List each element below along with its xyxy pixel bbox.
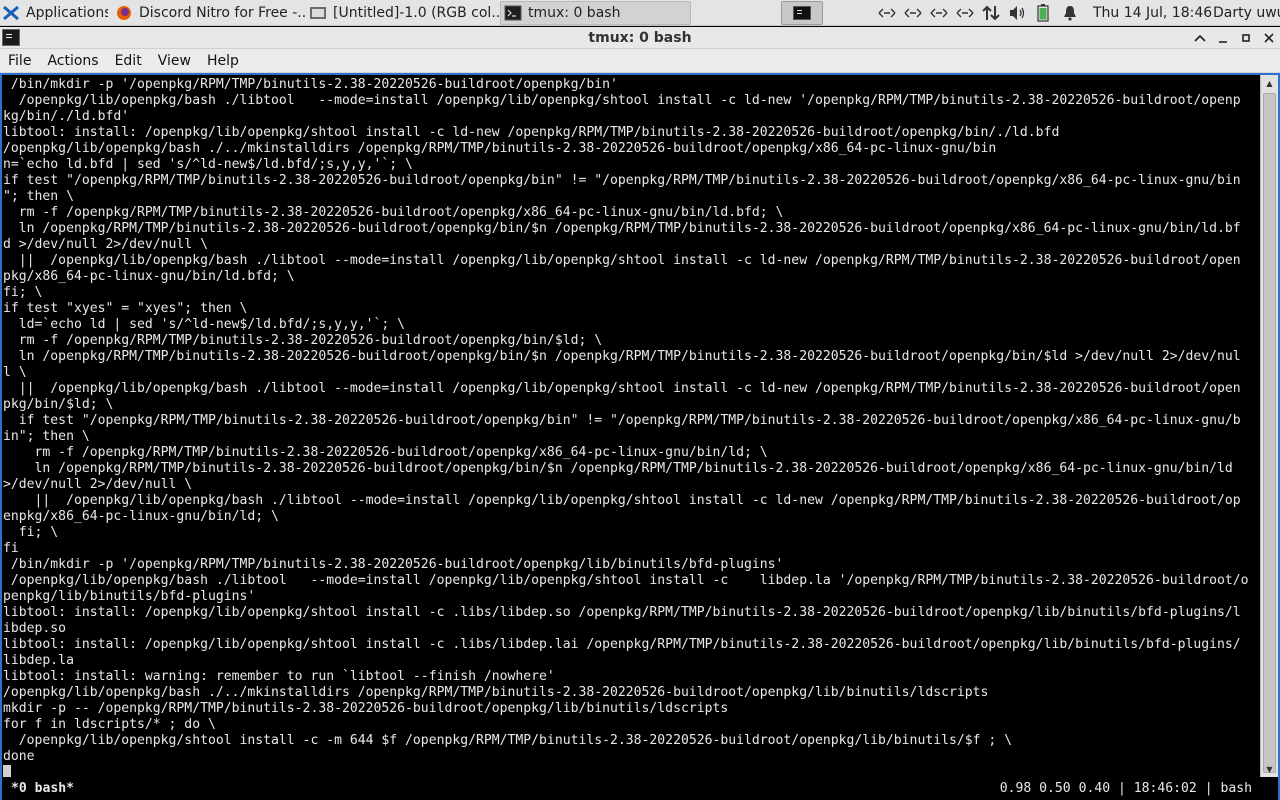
terminal-line: if test "xyes" = "xyes"; then \ <box>3 301 248 316</box>
terminal-line: ln /openpkg/RPM/TMP/binutils-2.38-202205… <box>3 221 1241 236</box>
terminal-line: /openpkg/lib/openpkg/bash ./libtool --mo… <box>3 93 1241 108</box>
terminal-line: done <box>3 749 35 764</box>
tmux-status-right: 0.98 0.50 0.40 | 18:46:02 | bash <box>999 781 1252 796</box>
terminal-line: if test "/openpkg/RPM/TMP/binutils-2.38-… <box>3 173 1241 188</box>
terminal-line: libtool: install: /openpkg/lib/openpkg/s… <box>3 125 1060 140</box>
menu-view[interactable]: View <box>150 49 199 73</box>
terminal-line: fi; \ <box>3 285 43 300</box>
terminal-line: || /openpkg/lib/openpkg/bash ./libtool -… <box>3 493 1241 508</box>
taskbar-item-discord[interactable]: Discord Nitro for Free -... <box>112 1 305 25</box>
top-panel: Applications Discord Nitro for Free -...… <box>0 0 1280 26</box>
terminal-line: n=`echo ld.bfd | sed 's/^ld-new$/ld.bfd/… <box>3 157 413 172</box>
scrollbar[interactable]: ▲ ▼ <box>1260 75 1278 777</box>
terminal-line: /openpkg/lib/openpkg/bash ./../mkinstall… <box>3 685 989 700</box>
terminal-line: in"; then \ <box>3 429 90 444</box>
terminal-line: ln /openpkg/RPM/TMP/binutils-2.38-202205… <box>3 461 1233 476</box>
network-icon[interactable] <box>877 4 897 22</box>
menubar: File Actions Edit View Help <box>0 49 1280 73</box>
terminal-line: pkg/x86_64-pc-linux-gnu/bin/ld.bfd; \ <box>3 269 295 284</box>
gimp-icon <box>310 7 326 19</box>
terminal-line: rm -f /openpkg/RPM/TMP/binutils-2.38-202… <box>3 205 784 220</box>
terminal-line: d >/dev/null 2>/dev/null \ <box>3 237 208 252</box>
maximize-button[interactable] <box>1236 28 1256 48</box>
menu-actions[interactable]: Actions <box>39 49 106 73</box>
applications-label: Applications <box>26 5 108 21</box>
terminal-icon <box>504 5 522 21</box>
terminal-line: for f in ldscripts/* ; do \ <box>3 717 216 732</box>
terminal-line: /bin/mkdir -p '/openpkg/RPM/TMP/binutils… <box>3 77 618 92</box>
battery-icon[interactable] <box>1035 4 1051 22</box>
taskbar-item-tmux[interactable]: tmux: 0 bash <box>500 1 691 25</box>
terminal-output[interactable]: /bin/mkdir -p '/openpkg/RPM/TMP/binutils… <box>2 77 1260 777</box>
terminal-line: libtool: install: /openpkg/lib/openpkg/s… <box>3 637 1241 652</box>
terminal-line: /openpkg/lib/openpkg/shtool install -c -… <box>3 733 1013 748</box>
taskbar-item-label: Discord Nitro for Free -... <box>139 5 305 21</box>
terminal-line: rm -f /openpkg/RPM/TMP/binutils-2.38-202… <box>3 445 768 460</box>
terminal-line: l \ <box>3 365 27 380</box>
taskbar-item-label: tmux: 0 bash <box>528 5 621 21</box>
terminal-line: rm -f /openpkg/RPM/TMP/binutils-2.38-202… <box>3 333 603 348</box>
terminal-line: fi; \ <box>3 525 59 540</box>
taskbar-item-gimp[interactable]: [Untitled]-1.0 (RGB col... <box>306 1 499 25</box>
minimize-button[interactable] <box>1213 28 1233 48</box>
network-icon[interactable] <box>903 4 923 22</box>
tmux-window-label[interactable]: *0 bash* <box>11 781 74 797</box>
workspace-switcher[interactable] <box>781 1 823 25</box>
terminal-line: /openpkg/lib/openpkg/bash ./libtool --mo… <box>3 573 1249 588</box>
terminal-line: mkdir -p -- /openpkg/RPM/TMP/binutils-2.… <box>3 701 729 716</box>
terminal-view[interactable]: /bin/mkdir -p '/openpkg/RPM/TMP/binutils… <box>0 73 1280 800</box>
terminal-line: ln /openpkg/RPM/TMP/binutils-2.38-202205… <box>3 349 1241 364</box>
terminal-line: "; then \ <box>3 189 74 204</box>
network-icon[interactable] <box>955 4 975 22</box>
scroll-down-icon[interactable]: ▼ <box>1261 761 1278 777</box>
firefox-icon <box>117 6 131 20</box>
terminal-line: libtool: install: warning: remember to r… <box>3 669 555 684</box>
tmux-status-bar: *0 bash* 0.98 0.50 0.40 | 18:46:02 | bas… <box>2 781 1278 797</box>
window-titlebar[interactable]: tmux: 0 bash <box>0 27 1280 49</box>
terminal-line: kg/bin/./ld.bfd' <box>3 109 130 124</box>
terminal-line: || /openpkg/lib/openpkg/bash ./libtool -… <box>3 253 1241 268</box>
terminal-line: ld=`echo ld | sed 's/^ld-new$/ld.bfd/;s,… <box>3 317 406 332</box>
terminal-line: pkg/bin/$ld; \ <box>3 397 114 412</box>
terminal-line: libdep.la <box>3 653 74 668</box>
menu-help[interactable]: Help <box>199 49 247 73</box>
user-menu[interactable]: Darty uwu <box>1213 0 1280 26</box>
terminal-line: >/dev/null 2>/dev/null \ <box>3 477 193 492</box>
terminal-line: /bin/mkdir -p '/openpkg/RPM/TMP/binutils… <box>3 557 784 572</box>
taskbar-item-label: [Untitled]-1.0 (RGB col... <box>333 5 499 21</box>
menu-file[interactable]: File <box>0 49 39 73</box>
chevron-up-icon[interactable] <box>1190 28 1210 48</box>
close-icon[interactable] <box>1259 28 1279 48</box>
terminal-line: fi <box>3 541 19 556</box>
terminal-cursor <box>3 765 11 777</box>
xfce-logo-icon <box>3 5 19 21</box>
clock[interactable]: Thu 14 Jul, 18:46 <box>1093 0 1212 26</box>
terminal-line: /openpkg/lib/openpkg/bash ./../mkinstall… <box>3 141 997 156</box>
terminal-line: || /openpkg/lib/openpkg/bash ./libtool -… <box>3 381 1241 396</box>
network-transfer-icon[interactable] <box>981 4 1001 22</box>
terminal-icon <box>793 6 811 20</box>
terminal-line: enpkg/x86_64-pc-linux-gnu/bin/ld; \ <box>3 509 279 524</box>
volume-icon[interactable] <box>1007 4 1027 22</box>
terminal-line: ibdep.so <box>3 621 67 636</box>
scroll-up-icon[interactable]: ▲ <box>1261 75 1278 91</box>
menu-edit[interactable]: Edit <box>107 49 150 73</box>
applications-menu[interactable]: Applications <box>0 1 108 25</box>
scrollbar-thumb[interactable] <box>1263 93 1276 773</box>
notification-bell-icon[interactable] <box>1060 4 1080 22</box>
network-icon[interactable] <box>929 4 949 22</box>
window-title: tmux: 0 bash <box>588 30 692 46</box>
terminal-prompt-line[interactable] <box>2 765 1260 777</box>
terminal-line: if test "/openpkg/RPM/TMP/binutils-2.38-… <box>3 413 1241 428</box>
terminal-line: penpkg/lib/binutils/bfd-plugins' <box>3 589 256 604</box>
terminal-line: libtool: install: /openpkg/lib/openpkg/s… <box>3 605 1241 620</box>
